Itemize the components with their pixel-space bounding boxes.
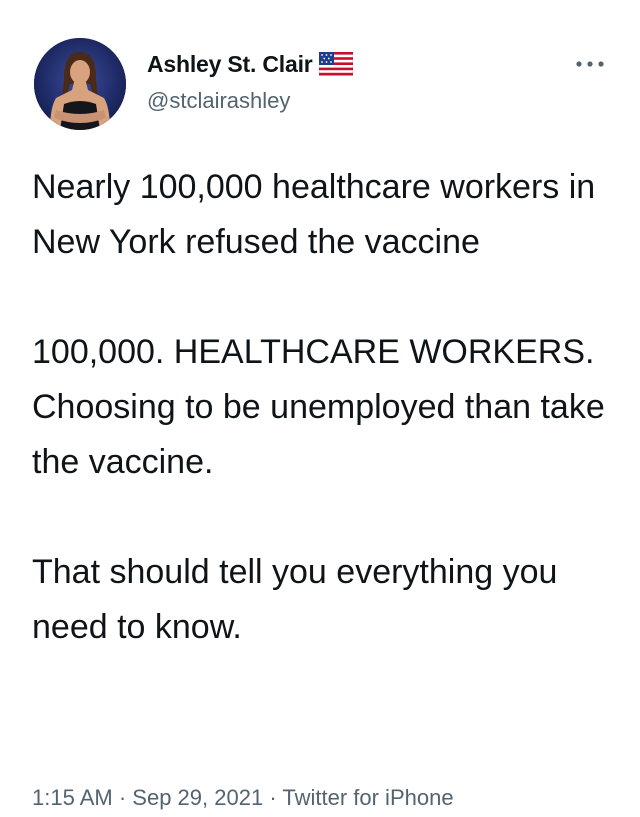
author-name-row: Ashley St. Clair [147, 47, 354, 81]
display-name[interactable]: Ashley St. Clair [147, 51, 313, 78]
meta-separator: · [118, 785, 127, 810]
tweet-paragraph-1: Nearly 100,000 healthcare workers in New… [32, 168, 605, 261]
tweet-time: 1:15 AM [32, 785, 113, 810]
tweet-date: Sep 29, 2021 [132, 785, 264, 810]
profile-avatar[interactable] [34, 38, 126, 130]
author-handle[interactable]: @stclairashley [147, 88, 290, 114]
us-flag-icon [318, 51, 354, 77]
meta-separator: · [269, 785, 277, 810]
more-dots-icon [576, 61, 604, 67]
tweet-text: Nearly 100,000 healthcare workers in New… [32, 160, 612, 655]
tweet-source-link[interactable]: Twitter for iPhone [282, 785, 453, 810]
tweet-paragraph-2: 100,000. HEALTHCARE WORKERS. Choosing to… [32, 333, 615, 481]
tweet-paragraph-3: That should tell you everything you need… [32, 553, 567, 646]
tweet-time-link[interactable]: 1:15 AM · Sep 29, 2021 [32, 785, 263, 810]
tweet: Ashley St. Clair @stclairashley Nearly 1… [0, 0, 640, 817]
more-options-button[interactable] [570, 50, 610, 78]
tweet-meta: 1:15 AM · Sep 29, 2021 · Twitter for iPh… [32, 785, 454, 811]
